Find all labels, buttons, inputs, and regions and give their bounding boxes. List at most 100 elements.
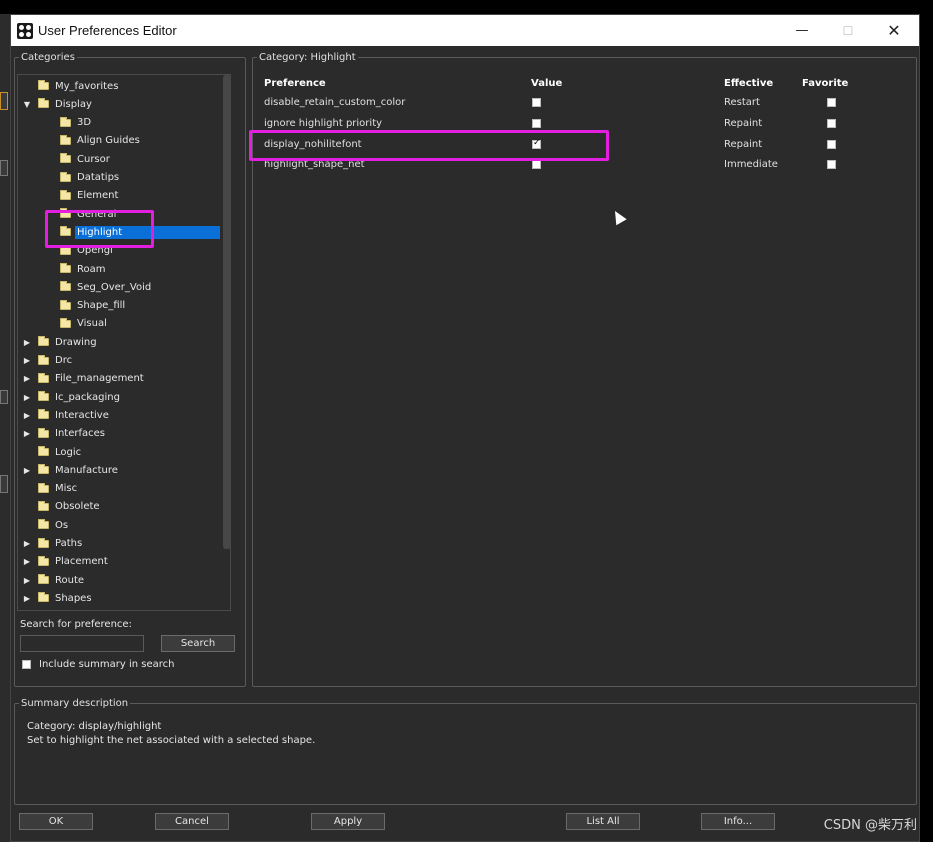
tree-item-element[interactable]: Element	[60, 188, 118, 204]
tree-item-label: Logic	[55, 446, 82, 458]
tree-item-label: Cursor	[77, 153, 110, 165]
folder-icon	[38, 574, 49, 585]
effective-text: Repaint	[724, 138, 763, 150]
favorite-checkbox[interactable]	[827, 118, 836, 128]
tree-item-interactive[interactable]: ▶ Interactive	[22, 407, 109, 423]
folder-icon	[38, 354, 49, 365]
column-header-value: Value	[531, 78, 563, 89]
tree-item-ic-packaging[interactable]: ▶ Ic_packaging	[22, 389, 120, 405]
tree-item-label: Interfaces	[55, 428, 105, 440]
tree-item-drc[interactable]: ▶ Drc	[22, 353, 72, 369]
expand-arrow-icon[interactable]: ▶	[22, 576, 32, 585]
tree-item-cursor[interactable]: Cursor	[60, 151, 110, 167]
expand-arrow-icon[interactable]: ▶	[22, 557, 32, 566]
collapse-arrow-icon[interactable]: ▼	[22, 100, 32, 109]
tree-item-label: Misc	[55, 483, 78, 495]
tree-scrollbar[interactable]	[223, 75, 231, 549]
expand-arrow-icon[interactable]: ▶	[22, 429, 32, 438]
expand-arrow-icon[interactable]: ▶	[22, 356, 32, 365]
tree-item-align-guides[interactable]: Align Guides	[60, 133, 140, 149]
summary-description: Set to highlight the net associated with…	[27, 735, 316, 746]
folder-icon	[60, 171, 71, 182]
include-summary-label: Include summary in search	[39, 659, 175, 670]
tree-item-misc[interactable]: Misc	[22, 481, 77, 497]
expand-arrow-icon[interactable]: ▶	[22, 466, 32, 475]
close-button[interactable]: ✕	[871, 15, 917, 46]
value-checkbox[interactable]	[532, 98, 541, 107]
tree-item-display[interactable]: ▼ Display	[22, 96, 92, 112]
category-legend: Category: Highlight	[259, 52, 356, 63]
expand-arrow-icon[interactable]: ▶	[22, 374, 32, 383]
tree-item-visual[interactable]: Visual	[60, 316, 107, 332]
tree-item-roam[interactable]: Roam	[60, 261, 106, 277]
tree-item-label: Os	[55, 519, 69, 531]
value-checkbox[interactable]	[532, 160, 541, 170]
tree-item-label: Visual	[77, 318, 107, 330]
folder-icon	[38, 98, 49, 109]
tree-item-label: Shapes	[55, 592, 92, 604]
include-summary-checkbox[interactable]	[22, 660, 31, 669]
window-title: User Preferences Editor	[38, 23, 177, 38]
tree-item-paths[interactable]: ▶ Paths	[22, 536, 82, 552]
column-header-preference: Preference	[264, 78, 326, 89]
tree-item-drawing[interactable]: ▶ Drawing	[22, 334, 97, 350]
search-label: Search for preference:	[20, 619, 132, 630]
tree-item-label: Route	[55, 574, 85, 586]
tree-item-os[interactable]: Os	[22, 517, 68, 533]
list-all-button[interactable]: List All	[566, 813, 640, 830]
apply-button[interactable]: Apply	[311, 813, 385, 830]
preferences-window: User Preferences Editor — ☐ ✕ Categories…	[10, 14, 920, 842]
tree-item-file-management[interactable]: ▶ File_management	[22, 371, 144, 387]
expand-arrow-icon[interactable]: ▶	[22, 338, 32, 347]
expand-arrow-icon[interactable]: ▶	[22, 393, 32, 402]
value-checkbox[interactable]	[532, 118, 541, 128]
folder-icon	[38, 592, 49, 603]
favorite-checkbox[interactable]	[827, 139, 836, 149]
folder-icon	[38, 80, 49, 90]
expand-arrow-icon[interactable]: ▶	[22, 411, 32, 420]
info-button[interactable]: Info...	[701, 813, 775, 830]
folder-icon	[38, 446, 49, 456]
tree-item-label: Drc	[55, 355, 73, 366]
expand-arrow-icon[interactable]: ▶	[22, 594, 32, 603]
tree-item-label: Obsolete	[55, 501, 100, 513]
tree-item-label: My_favorites	[55, 80, 119, 92]
tree-item-label: Align Guides	[77, 135, 140, 147]
tree-item-obsolete[interactable]: Obsolete	[22, 499, 100, 515]
cancel-button[interactable]: Cancel	[155, 813, 229, 830]
tree-item-3d[interactable]: 3D	[60, 115, 91, 131]
folder-icon	[60, 134, 71, 145]
folder-icon	[60, 317, 71, 328]
tree-item-seg-over-void[interactable]: Seg_Over_Void	[60, 279, 151, 295]
search-input[interactable]	[20, 635, 144, 652]
maximize-button[interactable]: ☐	[825, 15, 871, 46]
tree-item-label: Display	[55, 98, 92, 110]
tree-item-logic[interactable]: Logic	[22, 444, 81, 460]
tree-item-interfaces[interactable]: ▶ Interfaces	[22, 426, 105, 442]
tree-item-datatips[interactable]: Datatips	[60, 170, 119, 186]
background-app-strip	[0, 14, 10, 842]
folder-icon	[38, 409, 49, 420]
tree-item-shapes[interactable]: ▶ Shapes	[22, 590, 92, 606]
tree-item-route[interactable]: ▶ Route	[22, 572, 84, 588]
tree-item-my-favorites[interactable]: My_favorites	[22, 78, 118, 94]
tree-item-label: Paths	[55, 538, 83, 549]
tree-item-manufacture[interactable]: ▶ Manufacture	[22, 462, 118, 478]
folder-icon	[60, 153, 71, 164]
favorite-checkbox[interactable]	[827, 160, 836, 170]
ok-button[interactable]: OK	[19, 813, 93, 830]
tree-item-label: Interactive	[55, 409, 109, 421]
effective-text: Immediate	[724, 159, 778, 171]
tree-item-shape-fill[interactable]: Shape_fill	[60, 298, 125, 314]
tree-item-placement[interactable]: ▶ Placement	[22, 554, 108, 570]
preference-name: disable_retain_custom_color	[264, 97, 406, 108]
annotation-highlight-tree	[45, 210, 154, 248]
expand-arrow-icon[interactable]: ▶	[22, 539, 32, 548]
minimize-button[interactable]: —	[779, 15, 825, 46]
tree-item-label: Datatips	[77, 172, 120, 183]
folder-icon	[38, 482, 49, 493]
search-button[interactable]: Search	[161, 635, 235, 652]
category-tree[interactable]: My_favorites ▼ Display 3D Align Guides Cursor…	[17, 74, 231, 611]
favorite-checkbox[interactable]	[827, 98, 836, 107]
categories-legend: Categories	[21, 52, 75, 63]
